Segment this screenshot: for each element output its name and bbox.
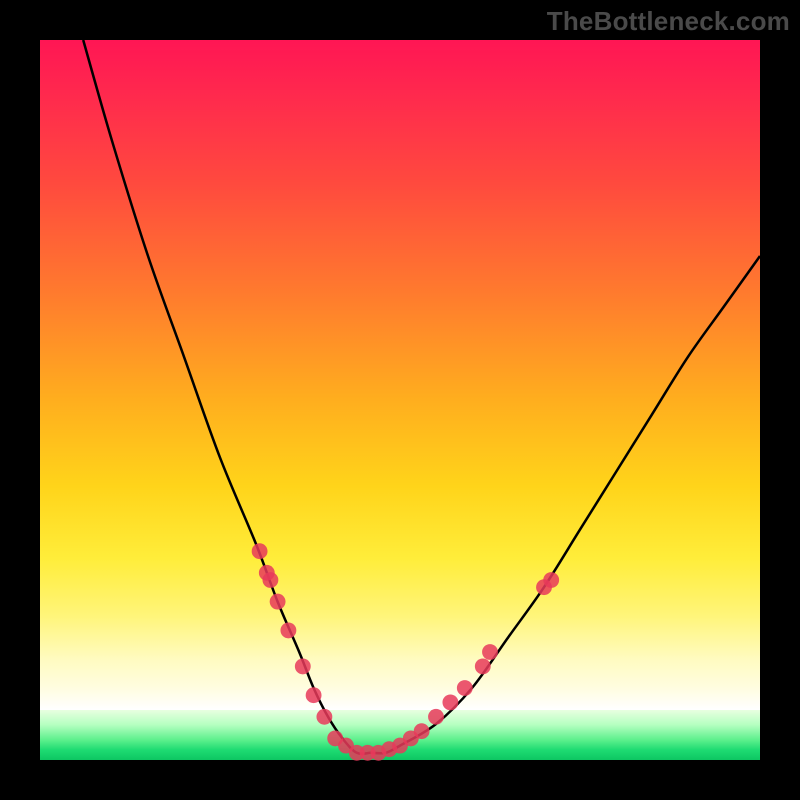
curve-marker [457, 680, 473, 696]
watermark-text: TheBottleneck.com [547, 6, 790, 37]
curve-marker [295, 658, 311, 674]
curve-marker [280, 622, 296, 638]
plot-area [40, 40, 760, 760]
curve-marker [442, 694, 458, 710]
curve-marker [428, 709, 444, 725]
curve-marker [262, 572, 278, 588]
curve-marker [306, 687, 322, 703]
curve-marker [252, 543, 268, 559]
chart-frame: TheBottleneck.com [0, 0, 800, 800]
curve-marker [482, 644, 498, 660]
marker-layer [252, 543, 559, 760]
curve-marker [543, 572, 559, 588]
curve-marker [475, 658, 491, 674]
curve-marker [270, 594, 286, 610]
curve-marker [316, 709, 332, 725]
curve-marker [414, 723, 430, 739]
bottleneck-curve-svg [40, 40, 760, 760]
bottleneck-curve-path [83, 40, 760, 754]
